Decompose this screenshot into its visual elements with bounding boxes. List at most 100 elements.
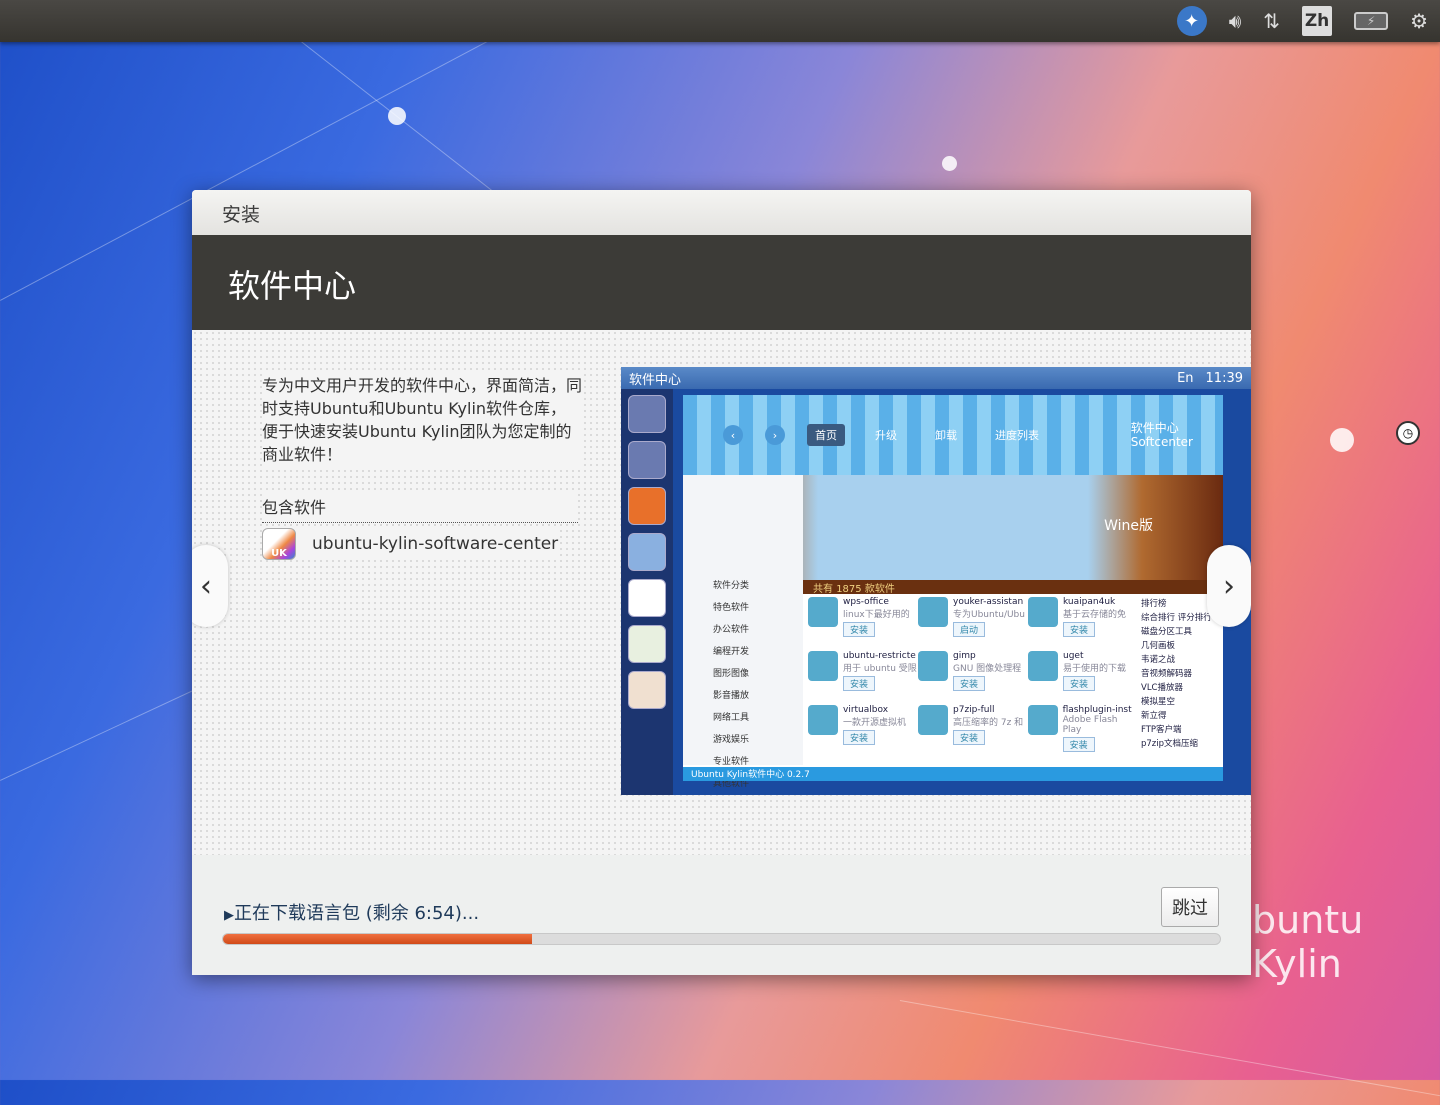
app-button: 安装 [1063, 622, 1096, 637]
app-button: 安装 [843, 730, 876, 745]
app-icon [808, 705, 838, 735]
screenshot-app-item: wps-office linux下最好用的 安装 [808, 597, 918, 637]
category: 游戏娱乐 [713, 735, 750, 745]
app-desc: 专为Ubuntu/Ubu [953, 610, 1025, 620]
package-item: UK ubuntu-kylin-software-center [262, 528, 559, 560]
banner-wine: Wine版 [1104, 518, 1153, 534]
category: 图形图像 [713, 669, 750, 679]
included-software-label: 包含软件 [262, 494, 578, 523]
rank-item: 磁盘分区工具 [1141, 627, 1193, 637]
app-desc: GNU 图像处理程 [953, 664, 1022, 674]
busy-cursor-icon: ◷ [1396, 421, 1420, 445]
screenshot-app-item: p7zip-full 高压缩率的 7z 和安装 [918, 705, 1028, 752]
app-desc: 高压缩率的 7z 和 [953, 718, 1024, 728]
rank-item: 韦诺之战 [1141, 655, 1176, 665]
wallpaper-dot [1330, 428, 1354, 452]
count-label: 共有 [813, 584, 833, 595]
screenshot-app-item: kuaipan4uk 基于云存储的免安装 [1028, 597, 1138, 637]
app-button: 启动 [953, 622, 986, 637]
app-icon [1028, 705, 1058, 735]
chromium-icon [628, 533, 666, 571]
wallpaper-line [899, 1000, 1440, 1105]
screenshot-app-item: youker-assistan 专为Ubuntu/Ubu 启动 [918, 597, 1028, 637]
count-value: 1875 [836, 584, 862, 595]
app-name: flashplugin-inst [1062, 705, 1132, 715]
screenshot-footer: Ubuntu Kylin软件中心 0.2.7 [683, 767, 1223, 781]
screenshot-app: ‹ › 首页 升级 卸载 进度列表 软件中心 Softcenter Wine版 共有… [683, 395, 1223, 789]
brand-cn: 软件中心 [1130, 421, 1179, 435]
screenshot-app-item: ubuntu-restricte 用于 ubuntu 受限 安装 [808, 651, 918, 691]
app-name: uget [1063, 651, 1084, 661]
screenshot-categories: 软件分类 特色软件 办公软件 编程开发 图形图像 影音播放 网络工具 游戏娱乐 专业软件 其他软… [683, 475, 803, 789]
rank-tab: 综合排行 [1141, 613, 1176, 623]
top-panel: ✦ 🔊︎ ⇅ Zh ⚡ ⚙ [0, 0, 1440, 42]
app-name: kuaipan4uk [1063, 597, 1116, 607]
rank-item: 音视频解码器 [1141, 669, 1193, 679]
app-button: 安装 [1062, 737, 1095, 752]
app-icon [808, 651, 838, 681]
expander-arrow-icon: ▶ [224, 908, 234, 923]
screenshot-app-item: uget 易于使用的下载 安装 [1028, 651, 1138, 691]
window-title: 安装 [192, 190, 1251, 235]
app-icon [918, 651, 948, 681]
cat-title: 软件分类 [713, 581, 750, 591]
input-method-icon[interactable]: Zh [1302, 6, 1333, 36]
slide-screenshot: 软件中心 En 11:39 ‹ › 首页 升级 卸载 进度列表 软件中心 Softc… [621, 367, 1251, 795]
app-name: p7zip-full [953, 705, 995, 715]
accessibility-icon[interactable]: ✦ [1176, 6, 1207, 36]
forward-icon: › [765, 425, 785, 445]
app-name: virtualbox [843, 705, 889, 715]
category: 网络工具 [713, 713, 750, 723]
screenshot-app-item: flashplugin-inst Adobe Flash Play 安装 [1028, 705, 1138, 752]
category: 特色软件 [713, 603, 750, 613]
status-expander[interactable]: ▶正在下载语言包 (剩余 6:54)... [224, 899, 479, 925]
rank-item: 模拟星空 [1141, 697, 1176, 707]
rank-item: p7zip文档压缩 [1141, 739, 1199, 749]
software-center-icon: UK [262, 528, 296, 560]
app-icon [1028, 597, 1058, 627]
app-name: wps-office [843, 597, 889, 607]
screenshot-tab: 进度列表 [995, 429, 1039, 442]
firefox-icon [628, 487, 666, 525]
screenshot-lang: En [1177, 370, 1194, 386]
screenshot-ranking: 排行榜 综合排行 评分排行 磁盘分区工具 几何画板 韦诺之战 音视频解码器 VLC播放器… [1141, 597, 1219, 751]
app-desc: 基于云存储的免 [1063, 610, 1127, 620]
dash-icon [628, 395, 666, 433]
desktop-watermark: buntu Kylin [1252, 898, 1364, 986]
network-icon[interactable]: ⇅ [1263, 6, 1280, 36]
calc-icon [628, 625, 666, 663]
app-button: 安装 [953, 730, 986, 745]
writer-icon [628, 579, 666, 617]
screenshot-app-title: 软件中心 [629, 372, 682, 388]
rank-item: FTP客户端 [1141, 725, 1182, 735]
prev-slide-button[interactable]: ‹ [192, 545, 228, 627]
app-icon [918, 705, 948, 735]
rank-item: VLC播放器 [1141, 683, 1183, 693]
app-button: 安装 [1063, 676, 1096, 691]
category: 编程开发 [713, 647, 750, 657]
next-slide-button[interactable]: › [1207, 545, 1251, 627]
app-desc: 用于 ubuntu 受限 [843, 664, 917, 674]
package-name: ubuntu-kylin-software-center [312, 534, 559, 554]
app-button: 安装 [843, 676, 876, 691]
brand-en: Softcenter [1130, 435, 1193, 449]
screenshot-tab: 升级 [875, 429, 897, 442]
slide-description: 专为中文用户开发的软件中心，界面简洁，同时支持Ubuntu和Ubuntu Kyl… [262, 374, 583, 466]
skip-button[interactable]: 跳过 [1161, 887, 1219, 927]
screenshot-tab: 首页 [807, 424, 845, 446]
battery-icon[interactable]: ⚡ [1354, 12, 1389, 30]
app-icon [1028, 651, 1058, 681]
slide-title: 软件中心 [192, 235, 1251, 330]
category: 办公软件 [713, 625, 750, 635]
power-gear-icon[interactable]: ⚙ [1410, 6, 1428, 36]
app-desc: Adobe Flash Play [1062, 715, 1118, 735]
rank-item: 新立得 [1141, 711, 1167, 721]
files-icon [628, 441, 666, 479]
app-name: youker-assistan [953, 597, 1024, 607]
impress-icon [628, 671, 666, 709]
volume-icon[interactable]: 🔊︎ [1229, 6, 1242, 36]
rank-item: 几何画板 [1141, 641, 1176, 651]
wallpaper-dot [388, 107, 406, 125]
app-icon [918, 597, 948, 627]
app-icon [808, 597, 838, 627]
